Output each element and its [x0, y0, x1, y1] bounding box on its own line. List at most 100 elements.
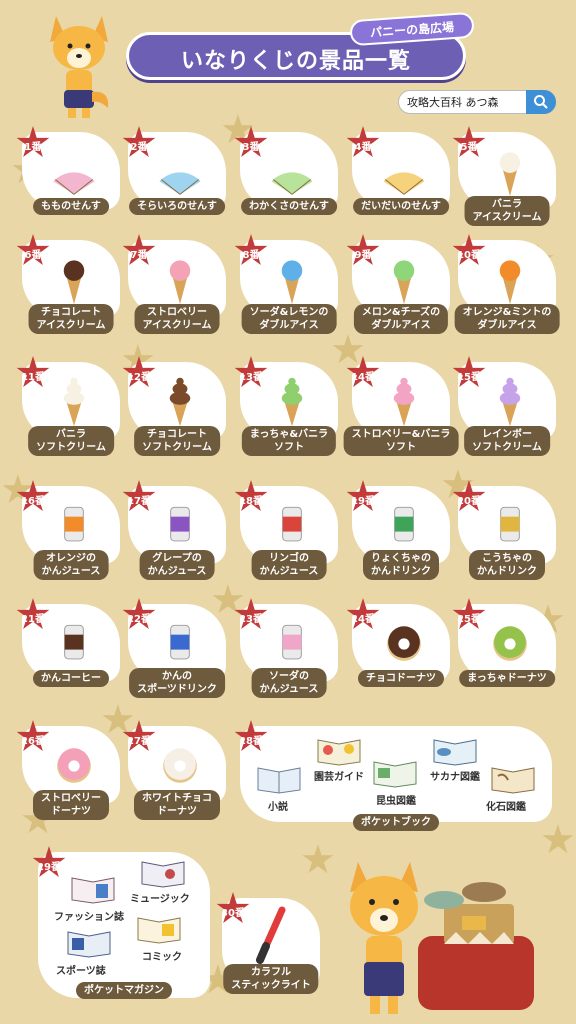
prize-item-image	[63, 260, 85, 305]
prize-item-image	[170, 624, 190, 660]
page-title: いなりくじの景品一覧	[180, 49, 411, 74]
prize-item-image	[493, 626, 527, 661]
magazine-label-sports: スポーツ誌	[56, 966, 106, 977]
prize-label-pocket-book: ポケットブック	[353, 814, 439, 831]
prize-label: ストロベリー アイスクリーム	[134, 304, 220, 334]
magazine-label-music: ミュージック	[130, 894, 190, 905]
prize-label: チョコドーナツ	[358, 670, 444, 687]
prize-item-image	[281, 260, 303, 305]
search-box[interactable]: 攻略大百科 あつ森	[398, 90, 556, 114]
comic-magazine-icon	[137, 917, 181, 944]
prize-card: 4番 だいだいのせんす	[346, 126, 450, 215]
prize-card: 22番 かんの スポーツドリンク	[122, 598, 226, 698]
prize-item-image	[394, 506, 414, 542]
book-label-novel: 小説	[268, 802, 288, 813]
prize-label: オレンジ&ミントの ダブルアイス	[454, 304, 560, 334]
prize-label: まっちゃ&バニラ ソフト	[241, 426, 337, 456]
prize-card: 12番 チョコレート ソフトクリーム	[122, 356, 226, 456]
prize-item-image	[500, 506, 520, 542]
stick-light-icon	[256, 906, 286, 964]
prize-item-image	[64, 624, 84, 660]
prize-card: 25番 まっちゃドーナツ	[452, 598, 556, 687]
novel-book-icon	[257, 767, 301, 794]
prize-label: メロン&チーズの ダブルアイス	[353, 304, 449, 334]
prize-card: 18番 リンゴの かんジュース	[234, 480, 338, 580]
prize-item-image	[169, 260, 191, 305]
fox-character-icon	[50, 16, 109, 118]
prize-item-image	[159, 162, 201, 195]
book-label-gardening: 園芸ガイド	[314, 772, 364, 783]
prize-label: だいだいのせんす	[353, 198, 449, 215]
search-button[interactable]	[526, 90, 556, 114]
prize-label: バニラ ソフトクリーム	[28, 426, 114, 456]
prize-card: 1番 もものせんす	[16, 126, 120, 215]
prize-label-pocket-magazine: ポケットマガジン	[76, 982, 172, 999]
prize-card: 9番 メロン&チーズの ダブルアイス	[346, 234, 450, 334]
prize-label: レインボー ソフトクリーム	[464, 426, 550, 456]
prize-label: オレンジの かんジュース	[33, 550, 109, 580]
prize-card: 26番 ストロベリー ドーナツ	[16, 720, 120, 820]
prize-item-image	[57, 748, 91, 783]
fish-encyclopedia-icon	[433, 739, 477, 766]
prize-card: 20番 こうちゃの かんドリンク	[452, 480, 556, 580]
prize-item-image	[393, 377, 415, 427]
prize-card: 17番 グレープの かんジュース	[122, 480, 226, 580]
prize-item-image	[393, 260, 415, 305]
magazine-label-fashion: ファッション誌	[54, 912, 124, 923]
prize-item-image	[281, 377, 303, 427]
prize-card: 11番 バニラ ソフトクリーム	[16, 356, 120, 456]
prize-label: ソーダ&レモンの ダブルアイス	[241, 304, 337, 334]
prize-card: 21番 かんコーヒー	[16, 598, 120, 687]
prize-item-image	[499, 152, 521, 197]
prize-label: グレープの かんジュース	[139, 550, 215, 580]
prize-label-stick-light: カラフル スティックライト	[223, 964, 319, 994]
search-icon	[534, 95, 548, 109]
prize-card: 27番 ホワイトチョコ ドーナツ	[122, 720, 226, 820]
prize-card-pocket-book: 28番 小説 園芸ガイド 昆虫図鑑 サカナ図鑑 化石図鑑 ポケットブック	[234, 720, 552, 831]
prize-card: 7番 ストロベリー アイスクリーム	[122, 234, 226, 334]
prize-label: ソーダの かんジュース	[251, 668, 327, 698]
sports-magazine-icon	[67, 931, 111, 958]
prize-card: 15番 レインボー ソフトクリーム	[452, 356, 556, 456]
prize-card: 13番 まっちゃ&バニラ ソフト	[234, 356, 338, 456]
book-label-insect: 昆虫図鑑	[376, 796, 416, 807]
gardening-guide-icon	[317, 739, 361, 766]
prize-item-image	[282, 624, 302, 660]
prize-item-image	[499, 377, 521, 427]
prize-card: 6番 チョコレート アイスクリーム	[16, 234, 120, 334]
prize-label: リンゴの かんジュース	[251, 550, 327, 580]
prize-item-image	[53, 162, 95, 195]
fashion-magazine-icon	[71, 877, 115, 904]
prize-card: 14番 ストロベリー&バニラ ソフト	[343, 356, 459, 456]
prize-card: 10番 オレンジ&ミントの ダブルアイス	[452, 234, 560, 334]
prize-label: かんの スポーツドリンク	[129, 668, 225, 698]
prize-item-image	[499, 260, 521, 305]
prize-item-image	[169, 377, 191, 427]
prize-card-stick-light: 30番 カラフル スティックライト	[216, 892, 320, 994]
insect-encyclopedia-icon	[373, 761, 417, 788]
prize-card: 16番 オレンジの かんジュース	[16, 480, 120, 580]
fossil-encyclopedia-icon	[491, 767, 535, 794]
page-subtitle: パニーの島広場	[369, 19, 455, 40]
prize-label: チョコレート アイスクリーム	[28, 304, 114, 334]
prize-card-pocket-magazine: 29番 ファッション誌 ミュージック スポーツ誌 コミック ポケットマガジン	[32, 846, 210, 999]
prize-item-image	[383, 162, 425, 195]
prize-item-image	[64, 506, 84, 542]
prize-label: まっちゃドーナツ	[459, 670, 555, 687]
prize-card: 3番 わかくさのせんす	[234, 126, 338, 215]
prize-label: バニラ アイスクリーム	[464, 196, 550, 226]
prize-item-image	[163, 748, 197, 783]
music-magazine-icon	[141, 861, 185, 888]
search-text: 攻略大百科 あつ森	[407, 96, 499, 109]
magazine-label-comic: コミック	[142, 952, 182, 963]
fox-stall-illustration	[350, 862, 534, 1014]
prize-item-image	[282, 506, 302, 542]
prize-label: かんコーヒー	[33, 670, 109, 687]
prize-label: わかくさのせんす	[241, 198, 337, 215]
prize-label: チョコレート ソフトクリーム	[134, 426, 220, 456]
prize-card: 2番 そらいろのせんす	[122, 126, 226, 215]
book-label-fossil: 化石図鑑	[486, 802, 526, 813]
prize-card: 5番 バニラ アイスクリーム	[452, 126, 556, 226]
prize-label: ホワイトチョコ ドーナツ	[134, 790, 220, 820]
prize-item-image	[170, 506, 190, 542]
